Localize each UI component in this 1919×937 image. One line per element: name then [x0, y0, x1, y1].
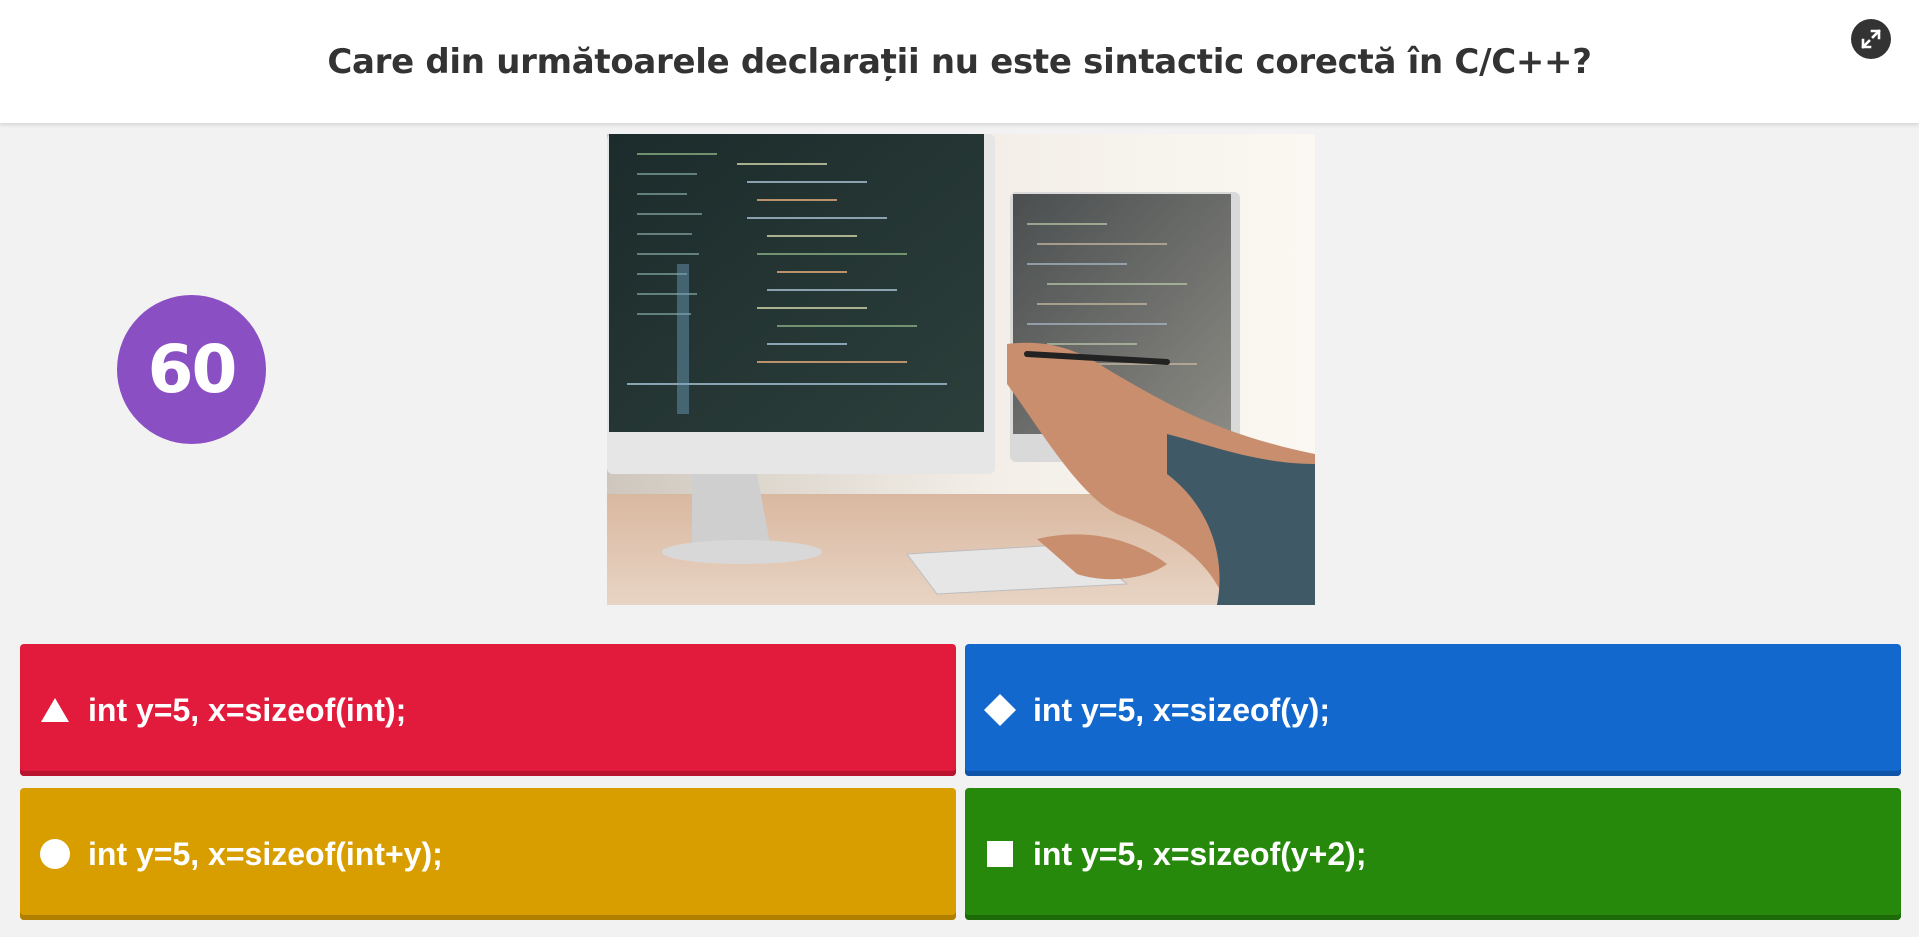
answer-option-triangle[interactable]: int y=5, x=sizeof(int); [20, 644, 956, 776]
answer-option-square[interactable]: int y=5, x=sizeof(y+2); [965, 788, 1901, 920]
question-image [607, 134, 1315, 605]
question-title: Care din următoarele declarații nu este … [327, 41, 1592, 82]
code-monitors-photo-icon [607, 134, 1315, 605]
square-icon [983, 837, 1017, 871]
expand-icon [1861, 29, 1881, 49]
diamond-icon [983, 693, 1017, 727]
countdown-timer: 60 [117, 295, 266, 444]
answer-label: int y=5, x=sizeof(int); [88, 691, 407, 728]
answer-label: int y=5, x=sizeof(int+y); [88, 835, 443, 872]
question-header: Care din următoarele declarații nu este … [0, 0, 1919, 123]
answer-label: int y=5, x=sizeof(y); [1033, 691, 1330, 728]
circle-icon [38, 837, 72, 871]
fullscreen-button[interactable] [1851, 19, 1891, 59]
triangle-icon [38, 693, 72, 727]
answer-option-circle[interactable]: int y=5, x=sizeof(int+y); [20, 788, 956, 920]
answer-label: int y=5, x=sizeof(y+2); [1033, 835, 1367, 872]
answer-option-diamond[interactable]: int y=5, x=sizeof(y); [965, 644, 1901, 776]
